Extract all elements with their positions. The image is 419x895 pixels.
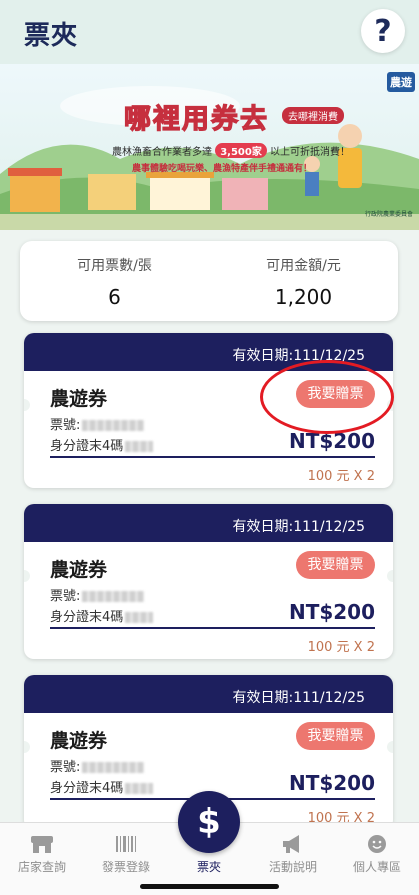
- ticket-number: 票號:: [50, 585, 145, 604]
- tab-store-search[interactable]: 店家查詢: [0, 833, 84, 875]
- tab-label: 活動說明: [268, 860, 317, 874]
- banner-footer: 行政院農業委員會: [364, 211, 413, 218]
- page-title: 票夾: [24, 21, 79, 51]
- ticket-amount: NT$200: [288, 771, 375, 795]
- banner-logo: 農遊: [387, 72, 415, 92]
- amount-value: 1,200: [274, 285, 333, 309]
- banner-tag: 去哪裡消費: [282, 107, 344, 124]
- banner-subtitle-2: 農事體驗吃喝玩樂、農漁特產伴手禮通通有！: [132, 164, 313, 174]
- help-button[interactable]: ?: [361, 9, 405, 53]
- amount-total: 可用金額/元 1,200: [209, 255, 398, 309]
- tickets-count: 可用票數/張 6: [20, 255, 209, 309]
- megaphone-icon: [251, 833, 335, 855]
- home-indicator: [140, 884, 279, 889]
- tab-invoice-register[interactable]: 發票登錄: [84, 833, 168, 875]
- tickets-value: 6: [108, 285, 121, 309]
- smiley-icon: [335, 833, 419, 855]
- app-header: 票夾 ?: [0, 0, 419, 64]
- promo-banner[interactable]: 哪裡用券去 去哪裡消費 農林漁畜合作業者多達 3,500家 以上可折抵消費！ 農…: [0, 64, 419, 230]
- ticket-number: 票號:: [50, 414, 145, 433]
- ticket-id-last4: 身分證末4碼: [50, 606, 154, 625]
- dollar-icon: $: [197, 802, 221, 842]
- ticket-id-last4: 身分證末4碼: [50, 777, 154, 796]
- question-icon: ?: [374, 13, 392, 49]
- ticket-amount: NT$200: [288, 600, 375, 624]
- barcode-icon: [84, 833, 168, 855]
- ticket-name: 農遊券: [50, 388, 108, 410]
- summary-card: 可用票數/張 6 可用金額/元 1,200: [20, 241, 398, 321]
- ticket-id-last4: 身分證末4碼: [50, 435, 154, 454]
- gift-ticket-button[interactable]: 我要贈票: [296, 722, 375, 750]
- divider: [50, 456, 375, 458]
- store-icon: [0, 833, 84, 855]
- ticket-expiry: 有效日期:111/12/25: [24, 504, 393, 542]
- ticket-card[interactable]: 有效日期:111/12/25 農遊券 票號: 身分證末4碼 我要贈票 NT$20…: [24, 504, 393, 659]
- tab-profile[interactable]: 個人專區: [335, 833, 419, 875]
- tab-label: 發票登錄: [101, 860, 150, 874]
- ticket-name: 農遊券: [50, 730, 108, 752]
- ticket-breakdown: 100 元 X 2: [307, 469, 375, 484]
- ticket-breakdown: 100 元 X 2: [307, 640, 375, 655]
- tab-label: 店家查詢: [17, 860, 66, 874]
- annotation-circle: [260, 360, 394, 434]
- ticket-expiry: 有效日期:111/12/25: [24, 675, 393, 713]
- divider: [50, 627, 375, 629]
- banner-title: 哪裡用券去: [123, 103, 269, 135]
- tab-event-info[interactable]: 活動說明: [251, 833, 335, 875]
- wallet-fab-button[interactable]: $: [178, 791, 240, 853]
- ticket-number: 票號:: [50, 756, 145, 775]
- gift-ticket-button[interactable]: 我要贈票: [296, 551, 375, 579]
- tickets-label: 可用票數/張: [77, 258, 152, 274]
- tab-label: 個人專區: [352, 860, 401, 874]
- tab-label: 票夾: [196, 860, 221, 874]
- ticket-name: 農遊券: [50, 559, 108, 581]
- banner-subtitle: 農林漁畜合作業者多達 3,500家 以上可折抵消費！: [112, 143, 350, 158]
- amount-label: 可用金額/元: [266, 258, 341, 274]
